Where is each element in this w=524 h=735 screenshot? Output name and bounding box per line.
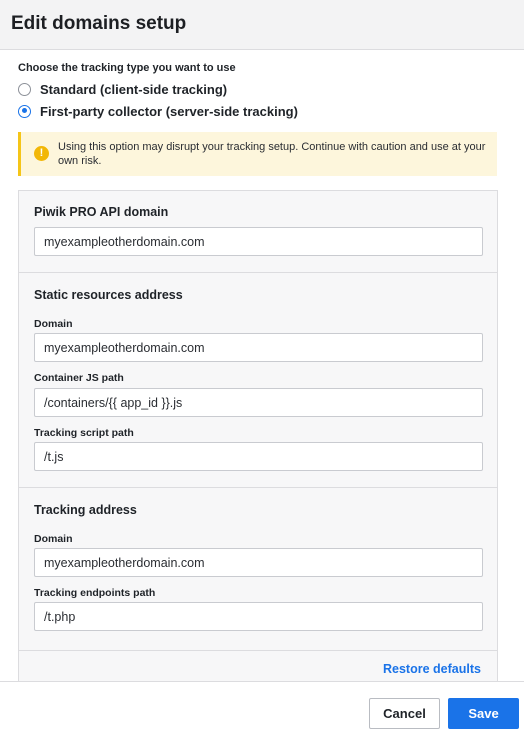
tracking-endpoints-path-label: Tracking endpoints path: [34, 587, 156, 599]
radio-first-party-label[interactable]: First-party collector (server-side track…: [40, 104, 298, 119]
tracking-address-title: Tracking address: [34, 503, 137, 517]
radio-first-party-collector[interactable]: First-party collector (server-side track…: [18, 102, 298, 120]
dialog-footer: Cancel Save: [0, 681, 524, 735]
dialog-body[interactable]: Choose the tracking type you want to use…: [0, 51, 524, 681]
static-domain-input[interactable]: [34, 333, 483, 362]
api-domain-section: Piwik PRO API domain: [19, 191, 497, 273]
dialog-title: Edit domains setup: [11, 13, 187, 34]
static-resources-section: Static resources address Domain Containe…: [19, 273, 497, 488]
radio-first-party-indicator[interactable]: [18, 104, 31, 118]
tracking-endpoints-path-input[interactable]: [34, 602, 483, 631]
radio-standard-tracking[interactable]: Standard (client-side tracking): [18, 80, 227, 98]
container-js-path-input[interactable]: [34, 388, 483, 417]
tracking-address-section: Tracking address Domain Tracking endpoin…: [19, 488, 497, 651]
save-button[interactable]: Save: [448, 698, 519, 729]
container-js-path-label: Container JS path: [34, 372, 124, 384]
radio-standard-label[interactable]: Standard (client-side tracking): [40, 82, 227, 97]
tracking-type-label: Choose the tracking type you want to use: [18, 62, 236, 74]
domains-panel: Piwik PRO API domain Static resources ad…: [18, 190, 498, 681]
warning-callout: ! Using this option may disrupt your tra…: [18, 132, 497, 176]
api-domain-title: Piwik PRO API domain: [34, 205, 169, 219]
radio-standard-indicator[interactable]: [18, 82, 31, 96]
warning-icon: !: [34, 146, 49, 161]
static-resources-title: Static resources address: [34, 288, 183, 302]
tracking-domain-input[interactable]: [34, 548, 483, 577]
dialog-header: Edit domains setup: [0, 0, 524, 50]
restore-defaults-link[interactable]: Restore defaults: [383, 662, 481, 676]
static-domain-label: Domain: [34, 318, 73, 330]
cancel-button[interactable]: Cancel: [369, 698, 440, 729]
api-domain-input[interactable]: [34, 227, 483, 256]
tracking-script-path-label: Tracking script path: [34, 427, 134, 439]
tracking-domain-label: Domain: [34, 533, 73, 545]
tracking-script-path-input[interactable]: [34, 442, 483, 471]
warning-text: Using this option may disrupt your track…: [58, 141, 486, 167]
